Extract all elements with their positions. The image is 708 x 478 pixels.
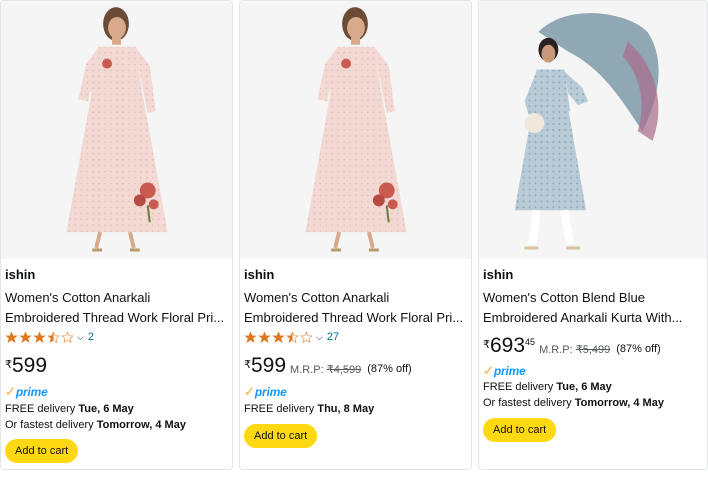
delivery-info: FREE delivery Thu, 8 May [244,403,374,415]
prime-check-icon: ✓ [244,384,255,399]
product-title-line: Women's Cotton Blend Blue [483,290,645,305]
star-empty-icon [300,330,313,343]
product-image[interactable] [1,1,232,259]
star-rating [244,330,314,344]
add-to-cart-button[interactable]: Add to cart [5,439,79,463]
price-whole: 599 [12,354,48,377]
delivery-date: Thu, 8 May [317,403,375,415]
currency-symbol: ₹ [244,359,251,371]
prime-check-icon: ✓ [483,363,494,378]
fastest-delivery-info: Or fastest delivery Tomorrow, 4 May [5,419,186,431]
mrp-value: ₹5,499 [575,344,611,356]
rating-row[interactable]: ⌵ 27 [244,329,339,345]
product-title-link[interactable]: Women's Cotton Anarkali Embroidered Thre… [5,288,232,328]
add-to-cart-button[interactable]: Add to cart [483,418,557,442]
product-title-link[interactable]: Women's Cotton Anarkali Embroidered Thre… [244,288,471,328]
star-half-icon [286,330,299,343]
mrp-label: M.R.P: [290,364,327,376]
product-photo-pink-anarkali [1,2,232,258]
delivery-date: Tue, 6 May [556,381,612,393]
prime-badge: ✓ prime [244,384,287,399]
delivery-date: Tue, 6 May [78,403,134,415]
price-fraction: 45 [525,337,536,347]
star-full-icon [33,330,46,343]
product-photo-pink-anarkali [240,2,471,258]
mrp: M.R.P: ₹5,499 [539,343,610,356]
mrp-label: M.R.P: [539,344,576,356]
delivery-prefix: FREE delivery [483,381,557,393]
prime-label: prime [15,385,48,399]
product-photo-blue-anarkali [479,2,707,258]
star-full-icon [244,330,257,343]
star-half-icon [47,330,60,343]
fastest-delivery-info: Or fastest delivery Tomorrow, 4 May [483,397,664,409]
chevron-down-icon[interactable]: ⌵ [316,332,323,343]
product-title-line: Women's Cotton Anarkali [244,290,390,305]
rating-count-link[interactable]: 27 [327,331,339,343]
fastest-date: Tomorrow, 4 May [96,419,186,431]
price: ₹ 599 [5,354,47,378]
prime-label: prime [493,364,526,378]
product-image[interactable] [240,1,471,259]
fastest-date: Tomorrow, 4 May [574,397,664,409]
fastest-prefix: Or fastest delivery [5,419,97,431]
price: ₹ 599 M.R.P: ₹4,599 (87% off) [244,354,412,378]
delivery-prefix: FREE delivery [244,403,318,415]
product-brand: ishin [244,267,275,282]
price-whole: 693 [490,334,526,357]
product-image[interactable] [479,1,707,259]
prime-label: prime [254,385,287,399]
price-whole: 599 [251,354,287,377]
delivery-prefix: FREE delivery [5,403,79,415]
product-brand: ishin [483,267,514,282]
star-rating [5,330,75,344]
product-card[interactable]: ishin Women's Cotton Blend Blue Embroide… [478,0,708,470]
product-title-link[interactable]: Women's Cotton Blend Blue Embroidered An… [483,288,705,328]
delivery-info: FREE delivery Tue, 6 May [5,403,134,415]
discount-percent: (87% off) [616,343,661,355]
prime-check-icon: ✓ [5,384,16,399]
product-card[interactable]: ishin Women's Cotton Anarkali Embroidere… [0,0,233,470]
chevron-down-icon[interactable]: ⌵ [77,332,84,343]
star-full-icon [258,330,271,343]
rating-count-link[interactable]: 2 [88,331,94,343]
discount-percent: (87% off) [367,363,412,375]
add-to-cart-button[interactable]: Add to cart [244,424,318,448]
star-full-icon [19,330,32,343]
prime-badge: ✓ prime [5,384,48,399]
star-empty-icon [61,330,74,343]
currency-symbol: ₹ [5,359,12,371]
delivery-info: FREE delivery Tue, 6 May [483,381,612,393]
product-title-line: Embroidered Thread Work Floral Pri... [5,310,225,325]
rating-row[interactable]: ⌵ 2 [5,329,94,345]
mrp-value: ₹4,599 [326,364,362,376]
mrp: M.R.P: ₹4,599 [290,363,361,376]
prime-badge: ✓ prime [483,363,526,378]
star-full-icon [272,330,285,343]
currency-symbol: ₹ [483,339,490,351]
fastest-prefix: Or fastest delivery [483,397,575,409]
price: ₹ 693 45 M.R.P: ₹5,499 (87% off) [483,334,661,358]
product-title-line: Embroidered Thread Work Floral Pri... [244,310,464,325]
product-card[interactable]: ishin Women's Cotton Anarkali Embroidere… [239,0,472,470]
product-title-line: Embroidered Anarkali Kurta With... [483,310,683,325]
product-brand: ishin [5,267,36,282]
product-title-line: Women's Cotton Anarkali [5,290,151,305]
star-full-icon [5,330,18,343]
